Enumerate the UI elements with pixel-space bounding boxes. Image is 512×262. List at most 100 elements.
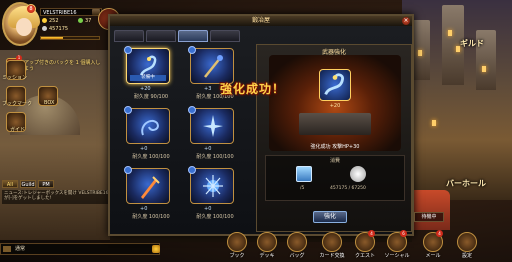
gold-coin-icon [42,18,47,23]
menu-card-exchange[interactable]: カード交換 [316,232,348,262]
menu-label: 設定 [461,253,472,259]
enhance-stone-icon[interactable] [296,166,312,182]
chat-tab-guild[interactable]: Guild [20,180,36,188]
bookmark-label: ブックマーク [2,101,33,107]
item-frame [190,48,234,84]
gem-icon [78,18,83,23]
material-count: /5 [300,186,305,191]
item-plus: +0 [204,146,212,152]
chat-channel-icon[interactable] [3,246,11,252]
item-level-badge [188,166,196,174]
location-label-bar[interactable]: バーホール [446,178,486,189]
chat-send-button[interactable] [152,245,160,253]
item-durability: 耐久度 100/100 [196,154,234,160]
item-card[interactable]: +0 耐久度 100/100 [120,166,182,226]
menu-label: バッグ [289,253,305,259]
silver-cost: 457175 / 67250 [330,186,366,191]
item-durability: 耐久度 90/100 [133,94,169,100]
item-durability: 耐久度 100/100 [196,214,234,220]
enhance-panel: 武器強化 +20 強化成功 攻撃HP+30 消費 /5 457175 / 672… [256,44,412,232]
menu-book[interactable]: ブック [224,232,250,262]
card-exchange-icon [322,232,342,252]
tab-other[interactable] [210,30,240,42]
menu-quest[interactable]: 4 クエスト [352,230,378,262]
deck-icon [257,232,277,252]
gem-stat: 37 [78,18,91,25]
item-plus: +20 [140,86,151,92]
item-frame [190,108,234,144]
silver-coin-icon [350,166,366,182]
menu-deck[interactable]: デッキ [254,232,280,262]
item-level-badge [188,106,196,114]
book-icon [227,232,247,252]
quest-text: アップ付きのバックを 1 個購入しよう [24,60,101,72]
location-label-guild[interactable]: ギルド [460,38,484,49]
item-card[interactable]: +0 耐久度 100/100 [120,106,182,166]
item-card[interactable]: +3 耐久度 100/100 [184,46,246,106]
item-card[interactable]: 装備中 +20 耐久度 90/100 [120,46,182,106]
anvil [299,113,371,135]
item-plus: +0 [140,146,148,152]
whip-weapon-icon [141,119,159,136]
castle-right [402,0,512,200]
menu-bag[interactable]: バッグ [284,232,310,262]
bottom-menu-bar: ブック デッキ バッグ カード交換 4 クエスト 6 ソーシャル 4 メール 設定 [200,230,512,262]
notification-badge: 6 [400,230,407,237]
item-card[interactable]: +0 耐久度 100/100 [184,106,246,166]
enhance-button[interactable]: 強化 [313,211,347,223]
chat-channel-label: 通常 [15,246,26,252]
player-level-badge: 8 [26,4,36,14]
item-level-badge [124,106,132,114]
mission-label: ミッション [2,75,28,81]
player-panel: 8 VELSTRIBE16 252 37 457175 [0,0,108,50]
ice-crystal-weapon-icon [203,115,223,137]
forge-scene: +20 強化成功 攻撃HP+30 [269,55,401,151]
item-plus: +3 [204,86,212,92]
tab-weapon[interactable] [114,30,144,42]
notification-badge: 4 [368,230,375,237]
tab-enhance[interactable] [178,30,208,42]
menu-social[interactable]: 6 ソーシャル [384,230,410,262]
lit-window [418,50,422,56]
chat-message-log: ニュース:トレジャーボックスを開け VELSTRIBE16が[-]をゲットしまし… [2,190,112,204]
menu-label: クエスト [354,253,375,259]
fire-sword-icon [141,176,160,199]
forge-item-plus: +20 [329,103,341,109]
menu-label: メール [425,253,441,259]
avatar-face [16,18,32,36]
chat-tab-all[interactable]: All [2,180,18,188]
item-level-badge [124,166,132,174]
bag-icon [287,232,307,252]
lit-window [448,30,452,36]
blacksmith-dialog: 鍛冶屋 × 装備中 +20 耐久度 90/100 +3 耐久度 100/100 [108,14,414,236]
enhance-success-text: 強化成功！ [220,82,286,96]
chat-input[interactable]: 通常 [0,243,160,255]
menu-settings[interactable]: 設定 [454,232,480,262]
gem-value: 37 [85,18,92,24]
exp-bar-fill [41,37,64,39]
dialog-tabs [114,30,240,42]
menu-label: カード交換 [319,253,345,259]
menu-label: ブック [229,253,245,259]
tab-armor[interactable] [146,30,176,42]
menu-mail[interactable]: 4 メール [420,230,446,262]
forge-item-slot[interactable] [319,69,351,101]
chat-tab-pm[interactable]: PM [38,180,54,188]
silver-coin-icon [42,26,47,31]
item-plus: +0 [140,206,148,212]
menu-label: ソーシャル [384,253,410,259]
item-card[interactable]: +0 耐久度 100/100 [184,166,246,226]
serpent-weapon-icon [324,73,344,96]
silver-value: 457175 [49,26,69,32]
close-icon[interactable]: × [402,17,410,25]
lit-window [432,120,436,126]
exp-bar [40,36,100,40]
gear-icon [457,232,477,252]
gold-stat: 252 [42,18,59,25]
staff-weapon-icon [204,55,223,78]
item-level-badge [188,46,196,54]
box-label: BOX [44,100,55,106]
consume-title: 消費 [329,158,340,164]
standby-button[interactable]: 待機中 [414,212,444,222]
lit-window [482,66,486,72]
